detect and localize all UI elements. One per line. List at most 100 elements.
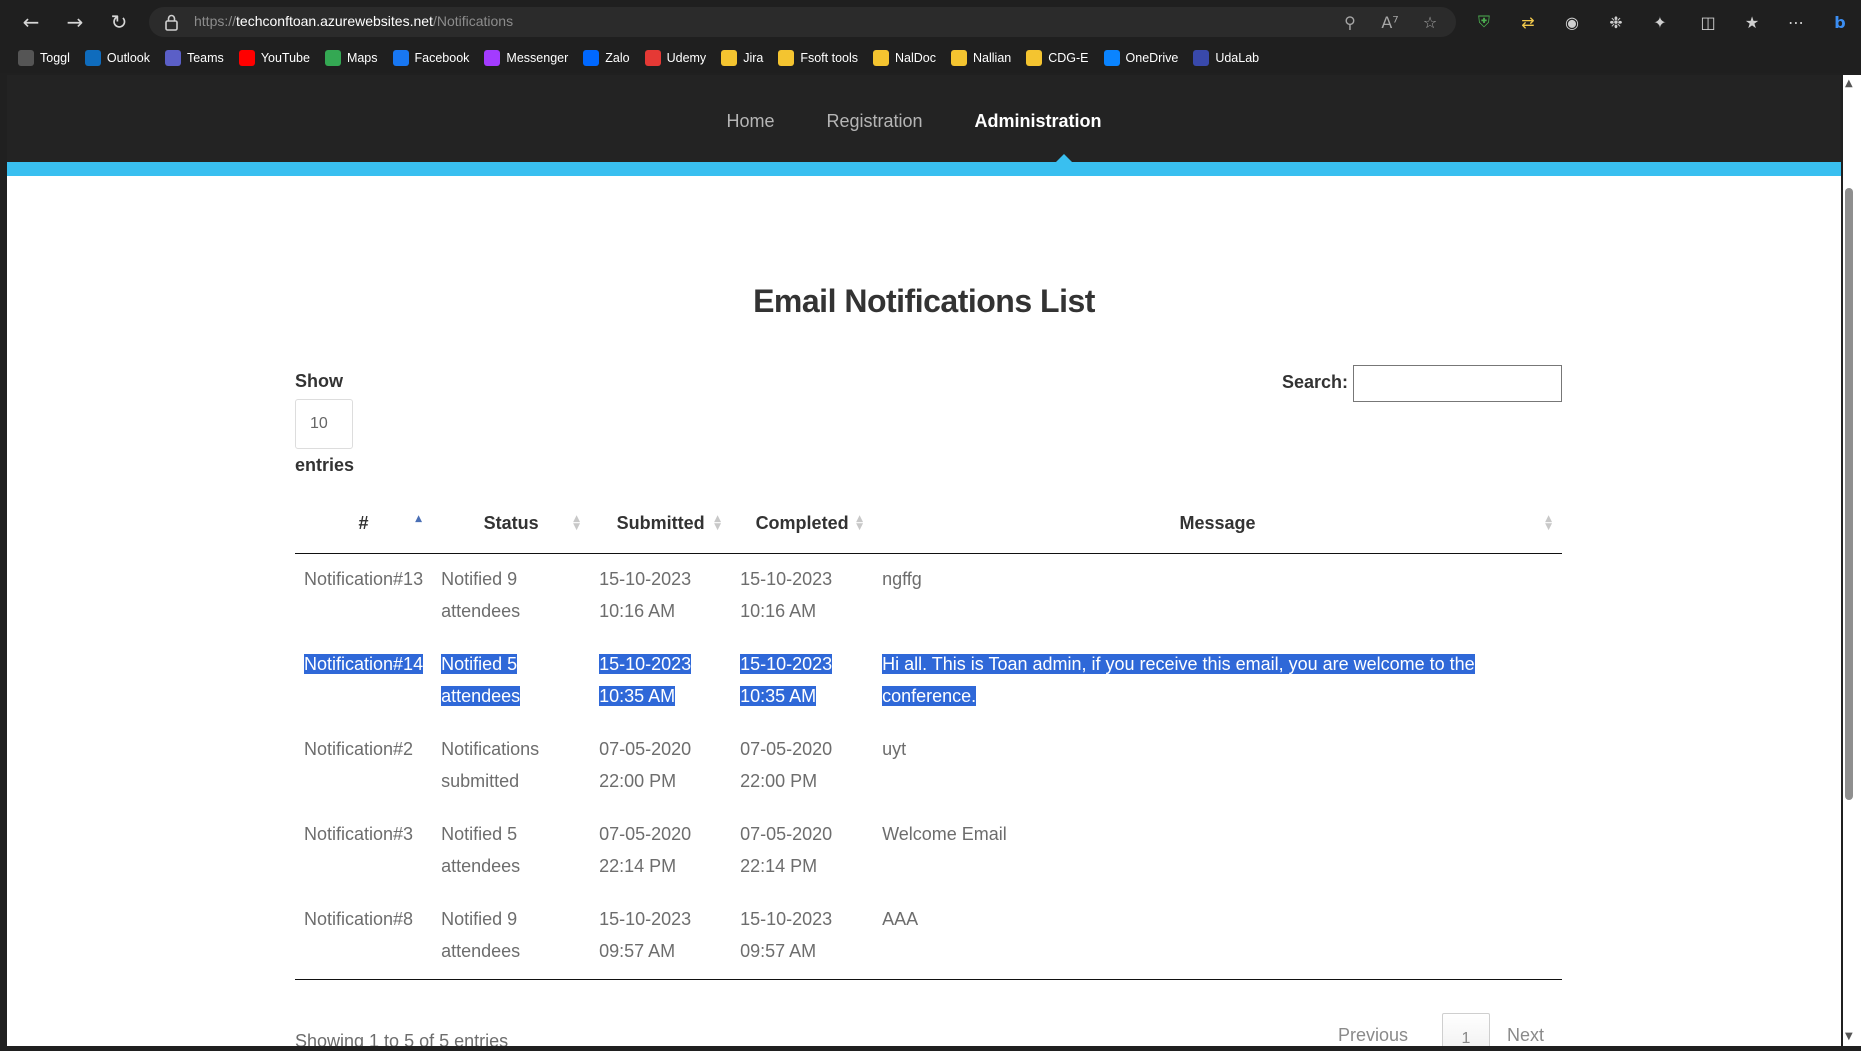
back-arrow-icon[interactable]: ← (16, 7, 46, 37)
cell-submitted-text: 07-05-2020 22:14 PM (599, 823, 692, 876)
sort-asc-icon: ▲ (415, 514, 423, 524)
bookmark-item[interactable]: OneDrive (1102, 46, 1186, 70)
nav-home[interactable]: Home (726, 111, 774, 132)
outlook-icon (84, 50, 101, 66)
table-row[interactable]: Notification#2 Notifications submitted 07-… (295, 724, 1562, 809)
nav-administration[interactable]: Administration (975, 111, 1102, 132)
bookmark-item[interactable]: Toggl (16, 46, 77, 70)
gear-extension-icon[interactable]: ❉ (1603, 9, 1629, 35)
search-label: Search: (1282, 372, 1349, 392)
bing-copilot-icon[interactable]: b (1827, 9, 1853, 35)
folder-icon (721, 50, 738, 66)
extensions-puzzle-icon[interactable]: ✦ (1647, 9, 1673, 35)
cell-message-text: ngffg (882, 568, 922, 589)
cell-status: Notified 5 attendees (432, 809, 590, 894)
previous-button[interactable]: Previous (1338, 1009, 1408, 1046)
cell-completed-text: 15-10-2023 10:35 AM (740, 653, 833, 706)
cell-submitted-text: 15-10-2023 09:57 AM (599, 908, 692, 961)
sort-both-icon: ▲ ▼ (573, 514, 581, 532)
url-text[interactable]: https://techconftoan.azurewebsites.net/N… (194, 13, 513, 29)
table-info: Showing 1 to 5 of 5 entries (295, 1031, 509, 1046)
shield-extension-icon[interactable]: ⛨ (1471, 9, 1497, 35)
bookmark-item[interactable]: Udemy (643, 46, 714, 70)
sync-extension-icon[interactable]: ⇄ (1515, 9, 1541, 35)
bookmark-label: Toggl (40, 51, 70, 65)
column-header-submitted[interactable]: Submitted ▲ ▼ (590, 495, 732, 554)
bookmarks-bar: Toggl Outlook Teams YouTube Maps Facebook Mess… (0, 43, 1861, 73)
bookmark-item[interactable]: Nallian (949, 46, 1018, 70)
next-button[interactable]: Next (1507, 1009, 1544, 1046)
folder-icon (1026, 50, 1043, 66)
column-header-completed[interactable]: Completed ▲ ▼ (731, 495, 874, 554)
bookmark-label: Fsoft tools (800, 51, 859, 65)
scroll-up-arrow-icon[interactable]: ▲ (1845, 78, 1857, 89)
bookmark-item[interactable]: UdaLab (1191, 46, 1266, 70)
cell-id-text: Notification#2 (304, 738, 414, 759)
address-bar[interactable]: https://techconftoan.azurewebsites.net/N… (149, 7, 1456, 37)
bookmark-item[interactable]: Zalo (581, 46, 636, 70)
bookmark-label: Udemy (666, 51, 707, 65)
active-nav-caret-icon (1056, 154, 1072, 162)
cell-message-text: AAA (882, 908, 919, 929)
entries-length-select[interactable]: 10 (295, 399, 353, 449)
bookmark-item[interactable]: Facebook (391, 46, 477, 70)
bookmark-label: UdaLab (1215, 51, 1260, 65)
cell-submitted-text: 07-05-2020 22:00 PM (599, 738, 692, 791)
split-screen-icon[interactable]: ◫ (1695, 9, 1721, 35)
table-row[interactable]: Notification#8 Notified 9 attendees 15-10-… (295, 893, 1562, 980)
lock-icon[interactable] (164, 13, 179, 31)
bookmark-item[interactable]: Messenger (482, 46, 575, 70)
folder-icon (951, 50, 968, 66)
sort-both-icon: ▲ ▼ (714, 514, 722, 532)
bookmark-item[interactable]: CDG-E (1024, 46, 1095, 70)
table-row[interactable]: Notification#3 Notified 5 attendees 07-05-… (295, 809, 1562, 894)
search-input[interactable] (1353, 365, 1562, 402)
cell-submitted: 15-10-2023 10:16 AM (590, 553, 731, 639)
scroll-down-arrow-icon[interactable]: ▼ (1845, 1031, 1857, 1042)
cell-id: Notification#8 (295, 893, 433, 980)
cell-status: Notified 9 attendees (432, 893, 591, 980)
folder-icon (778, 50, 795, 66)
bookmark-item[interactable]: Fsoft tools (776, 46, 865, 70)
cell-id: Notification#2 (295, 724, 432, 809)
column-header-status[interactable]: Status ▲ ▼ (432, 495, 591, 554)
cell-submitted: 07-05-2020 22:14 PM (590, 809, 731, 894)
read-aloud-icon[interactable]: A⁷ (1379, 11, 1401, 33)
notifications-table: # ▲ Status ▲ ▼ Submitted ▲ ▼ Completed ▲ ▼ Mess… (295, 495, 1562, 980)
cell-submitted: 07-05-2020 22:00 PM (590, 724, 731, 809)
cell-id-text: Notification#3 (304, 823, 414, 844)
cell-status: Notified 9 attendees (432, 553, 590, 639)
scrollbar-thumb[interactable] (1845, 188, 1853, 800)
column-header-id[interactable]: # ▲ (295, 495, 433, 554)
bookmark-item[interactable]: Jira (719, 46, 770, 70)
page-1-button[interactable]: 1 (1442, 1013, 1490, 1046)
column-header-message[interactable]: Message ▲ ▼ (873, 495, 1562, 554)
toggl-icon (18, 50, 34, 66)
cell-message: ngffg (873, 553, 1562, 639)
udemy-icon (644, 50, 661, 66)
web-page: Home Registration Administration Email N… (7, 75, 1841, 1046)
bookmark-item[interactable]: NalDoc (871, 46, 943, 70)
cell-completed: 07-05-2020 22:00 PM (731, 724, 873, 809)
bookmark-item[interactable]: Teams (163, 46, 231, 70)
zoom-icon[interactable]: ⚲ (1339, 11, 1361, 33)
cell-completed: 15-10-2023 10:35 AM (731, 639, 873, 724)
forward-arrow-icon[interactable]: → (60, 7, 90, 37)
bookmark-item[interactable]: YouTube (237, 46, 317, 70)
reload-icon[interactable]: ↻ (104, 7, 134, 37)
bookmark-label: NalDoc (895, 51, 937, 65)
nav-registration[interactable]: Registration (826, 111, 922, 132)
vpn-extension-icon[interactable]: ◉ (1559, 9, 1585, 35)
favorites-icon[interactable]: ★ (1739, 9, 1765, 35)
bookmark-item[interactable]: Outlook (83, 46, 157, 70)
table-row[interactable]: Notification#14 Notified 5 attendees 15-10… (295, 639, 1562, 724)
bookmark-label: Maps (346, 51, 378, 65)
cell-completed-text: 07-05-2020 22:14 PM (740, 823, 833, 876)
cell-status-text: Notified 9 attendees (441, 908, 521, 961)
favorite-star-icon[interactable]: ☆ (1419, 11, 1441, 33)
bookmark-item[interactable]: Maps (323, 46, 385, 70)
more-menu-icon[interactable]: ⋯ (1783, 9, 1809, 35)
cell-message: uyt (873, 724, 1562, 809)
sort-both-icon: ▲ ▼ (856, 514, 864, 532)
table-row[interactable]: Notification#13 Notified 9 attendees 15-10… (295, 553, 1562, 639)
